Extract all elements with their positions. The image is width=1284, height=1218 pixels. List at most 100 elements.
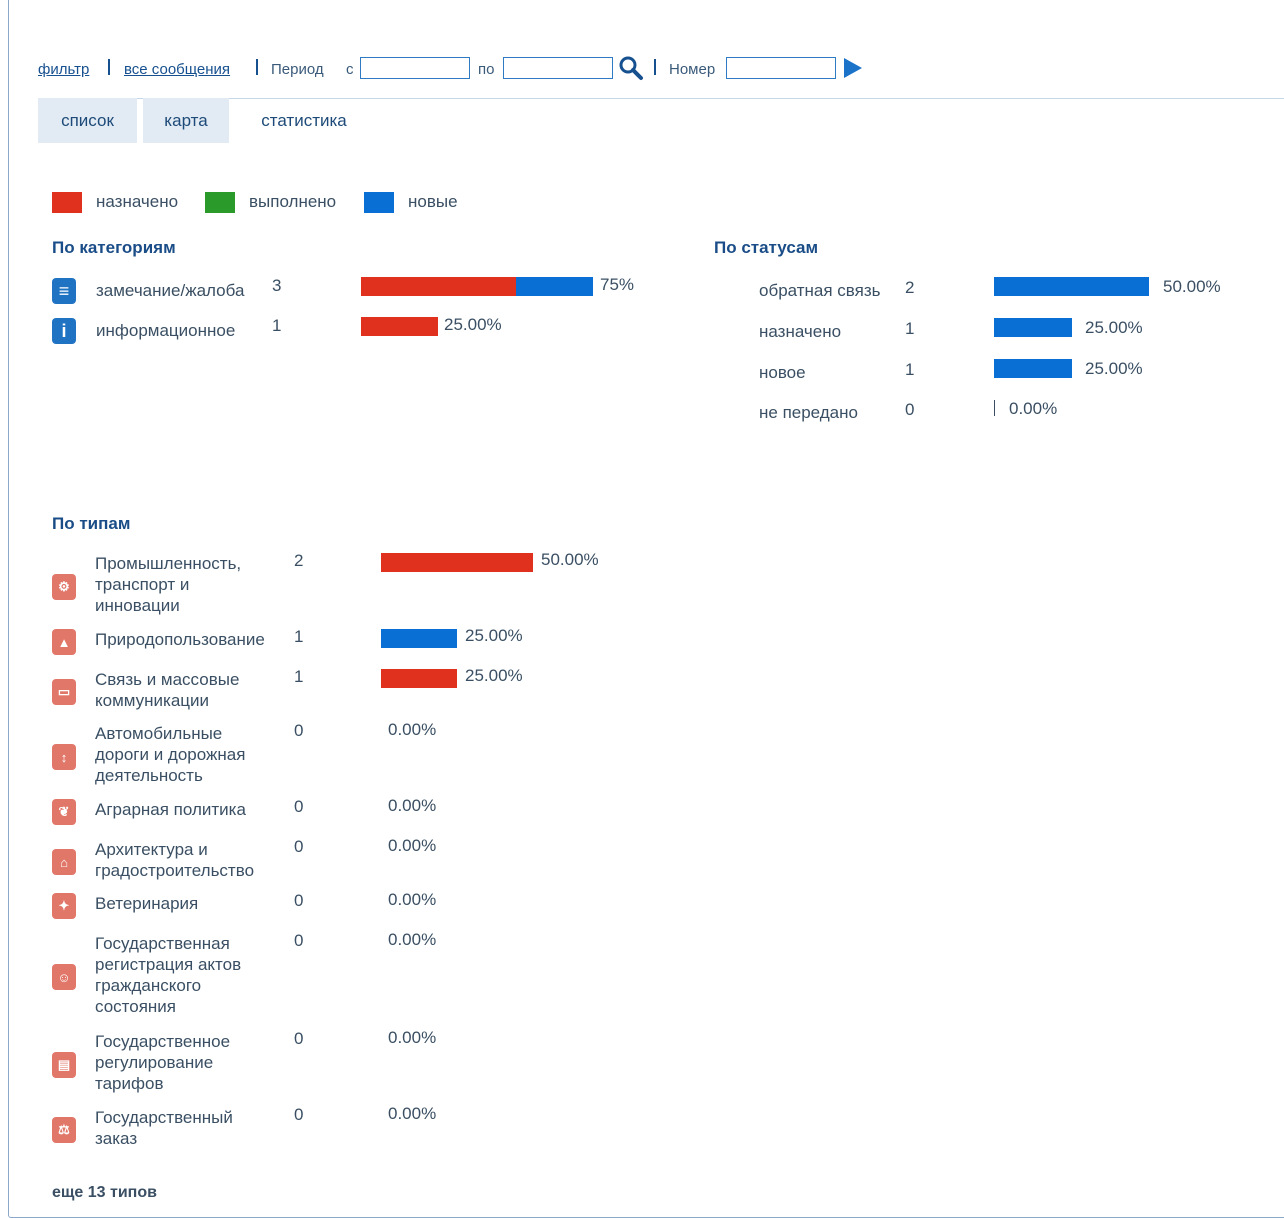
status-bar-empty bbox=[994, 400, 995, 416]
type-percent: 0.00% bbox=[388, 836, 437, 855]
type-percent: 25.00% bbox=[465, 666, 523, 685]
type-percent: 0.00% bbox=[388, 890, 437, 909]
type-label-line: Государственное bbox=[95, 1032, 231, 1051]
type-count: 0 bbox=[294, 797, 304, 816]
industry-icon: ⚙ bbox=[52, 574, 76, 600]
type-count: 0 bbox=[294, 931, 304, 950]
info-icon: i bbox=[52, 318, 76, 344]
type-row[interactable]: ▤ Государственное регулирование тарифов 0 0.0… bbox=[52, 1028, 692, 1100]
status-bar bbox=[994, 359, 1072, 378]
type-label-line: инновации bbox=[95, 596, 180, 615]
separator bbox=[256, 59, 258, 75]
legend-label-assigned: назначено bbox=[96, 192, 179, 211]
period-from-label: с bbox=[346, 61, 354, 78]
type-row[interactable]: ☺ Государственная регистрация актов граждан… bbox=[52, 930, 692, 1023]
tab-list[interactable]: список bbox=[38, 98, 137, 143]
number-input[interactable] bbox=[726, 57, 836, 79]
status-count: 2 bbox=[905, 278, 915, 297]
category-percent: 25.00% bbox=[444, 315, 502, 334]
type-label: Ветеринария bbox=[95, 893, 198, 914]
type-label-line: Автомобильные bbox=[95, 724, 223, 743]
period-from-input[interactable] bbox=[360, 57, 470, 79]
filter-link[interactable]: фильтр bbox=[38, 61, 89, 78]
category-count: 3 bbox=[272, 276, 282, 295]
number-label: Номер bbox=[669, 61, 716, 78]
agriculture-icon: ❦ bbox=[52, 799, 76, 825]
category-row[interactable]: ≡ замечание/жалоба 3 75% bbox=[52, 275, 692, 308]
legend-label-new: новые bbox=[408, 192, 458, 211]
separator bbox=[108, 59, 110, 75]
type-row[interactable]: ↕ Автомобильные дороги и дорожная деятельно… bbox=[52, 720, 692, 792]
search-icon[interactable] bbox=[617, 54, 645, 86]
type-row[interactable]: ⚖ Государственный заказ 0 0.00% bbox=[52, 1104, 692, 1155]
type-label-line: тарифов bbox=[95, 1074, 164, 1093]
status-row[interactable]: новое 1 25.00% bbox=[759, 359, 1259, 392]
type-percent: 50.00% bbox=[541, 550, 599, 569]
type-label: Связь и массовые коммуникации bbox=[95, 669, 239, 711]
type-bar bbox=[381, 669, 457, 688]
period-label: Период bbox=[271, 61, 324, 78]
type-count: 0 bbox=[294, 891, 304, 910]
type-label-line: Природопользование bbox=[95, 630, 265, 649]
status-row[interactable]: назначено 1 25.00% bbox=[759, 318, 1259, 351]
type-label-line: дороги и дорожная bbox=[95, 745, 246, 764]
separator bbox=[654, 59, 656, 75]
status-row[interactable]: не передано 0 0.00% bbox=[759, 399, 1259, 432]
category-count: 1 bbox=[272, 316, 282, 335]
statuses-title: По статусам bbox=[714, 238, 819, 257]
architecture-icon: ⌂ bbox=[52, 849, 76, 875]
type-label-line: состояния bbox=[95, 997, 176, 1016]
category-label: информационное bbox=[96, 321, 236, 340]
nature-icon: ▲ bbox=[52, 629, 76, 655]
all-messages-link[interactable]: все сообщения bbox=[124, 61, 230, 78]
legend-swatch-new bbox=[364, 192, 394, 213]
type-row[interactable]: ⌂ Архитектура и градостроительство 0 0.00% bbox=[52, 836, 692, 887]
type-bar bbox=[381, 629, 457, 648]
more-types-link[interactable]: еще 13 типов bbox=[52, 1184, 157, 1202]
status-row[interactable]: обратная связь 2 50.00% bbox=[759, 277, 1259, 310]
categories-title: По категориям bbox=[52, 238, 176, 257]
type-row[interactable]: ✦ Ветеринария 0 0.00% bbox=[52, 890, 692, 920]
type-label-line: градостроительство bbox=[95, 861, 255, 880]
road-icon: ↕ bbox=[52, 744, 76, 770]
type-label-line: Государственная bbox=[95, 934, 230, 953]
tab-map[interactable]: карта bbox=[143, 98, 229, 143]
type-label-line: заказ bbox=[95, 1129, 138, 1148]
go-arrow-icon[interactable] bbox=[843, 57, 863, 83]
status-label: новое bbox=[759, 363, 806, 382]
type-bar bbox=[381, 553, 533, 572]
type-row[interactable]: ▭ Связь и массовые коммуникации 1 25.00% bbox=[52, 666, 692, 717]
type-row[interactable]: ❦ Аграрная политика 0 0.00% bbox=[52, 796, 692, 826]
type-label-line: Государственный bbox=[95, 1108, 233, 1127]
type-count: 0 bbox=[294, 1029, 304, 1048]
type-label-line: деятельность bbox=[95, 766, 203, 785]
period-to-input[interactable] bbox=[503, 57, 613, 79]
type-count: 1 bbox=[294, 667, 304, 686]
type-row[interactable]: ⚙ Промышленность, транспорт и инновации 2 50.… bbox=[52, 550, 692, 622]
type-percent: 0.00% bbox=[388, 720, 437, 739]
tariff-icon: ▤ bbox=[52, 1052, 76, 1078]
legend-swatch-assigned bbox=[52, 192, 82, 213]
tv-icon: ▭ bbox=[52, 679, 76, 705]
civil-registry-icon: ☺ bbox=[52, 964, 76, 990]
tab-statistics[interactable]: статистика bbox=[234, 98, 374, 143]
status-count: 1 bbox=[905, 319, 915, 338]
type-label-line: регулирование bbox=[95, 1053, 214, 1072]
filter-bar: фильтр все сообщения Период с по Номер bbox=[38, 56, 1284, 99]
category-percent: 75% bbox=[600, 275, 635, 294]
type-row[interactable]: ▲ Природопользование 1 25.00% bbox=[52, 626, 692, 656]
type-count: 0 bbox=[294, 721, 304, 740]
type-percent: 0.00% bbox=[388, 930, 437, 949]
type-percent: 25.00% bbox=[465, 626, 523, 645]
type-label: Автомобильные дороги и дорожная деятельнос… bbox=[95, 723, 245, 786]
type-label-line: Промышленность, bbox=[95, 554, 242, 573]
types-title: По типам bbox=[52, 514, 131, 533]
status-bar bbox=[994, 277, 1149, 296]
status-label: не передано bbox=[759, 403, 858, 422]
procurement-icon: ⚖ bbox=[52, 1117, 76, 1143]
complaint-icon: ≡ bbox=[52, 278, 76, 304]
type-label: Природопользование bbox=[95, 629, 265, 650]
veterinary-icon: ✦ bbox=[52, 893, 76, 919]
type-count: 2 bbox=[294, 551, 304, 570]
category-row[interactable]: i информационное 1 25.00% bbox=[52, 315, 692, 348]
